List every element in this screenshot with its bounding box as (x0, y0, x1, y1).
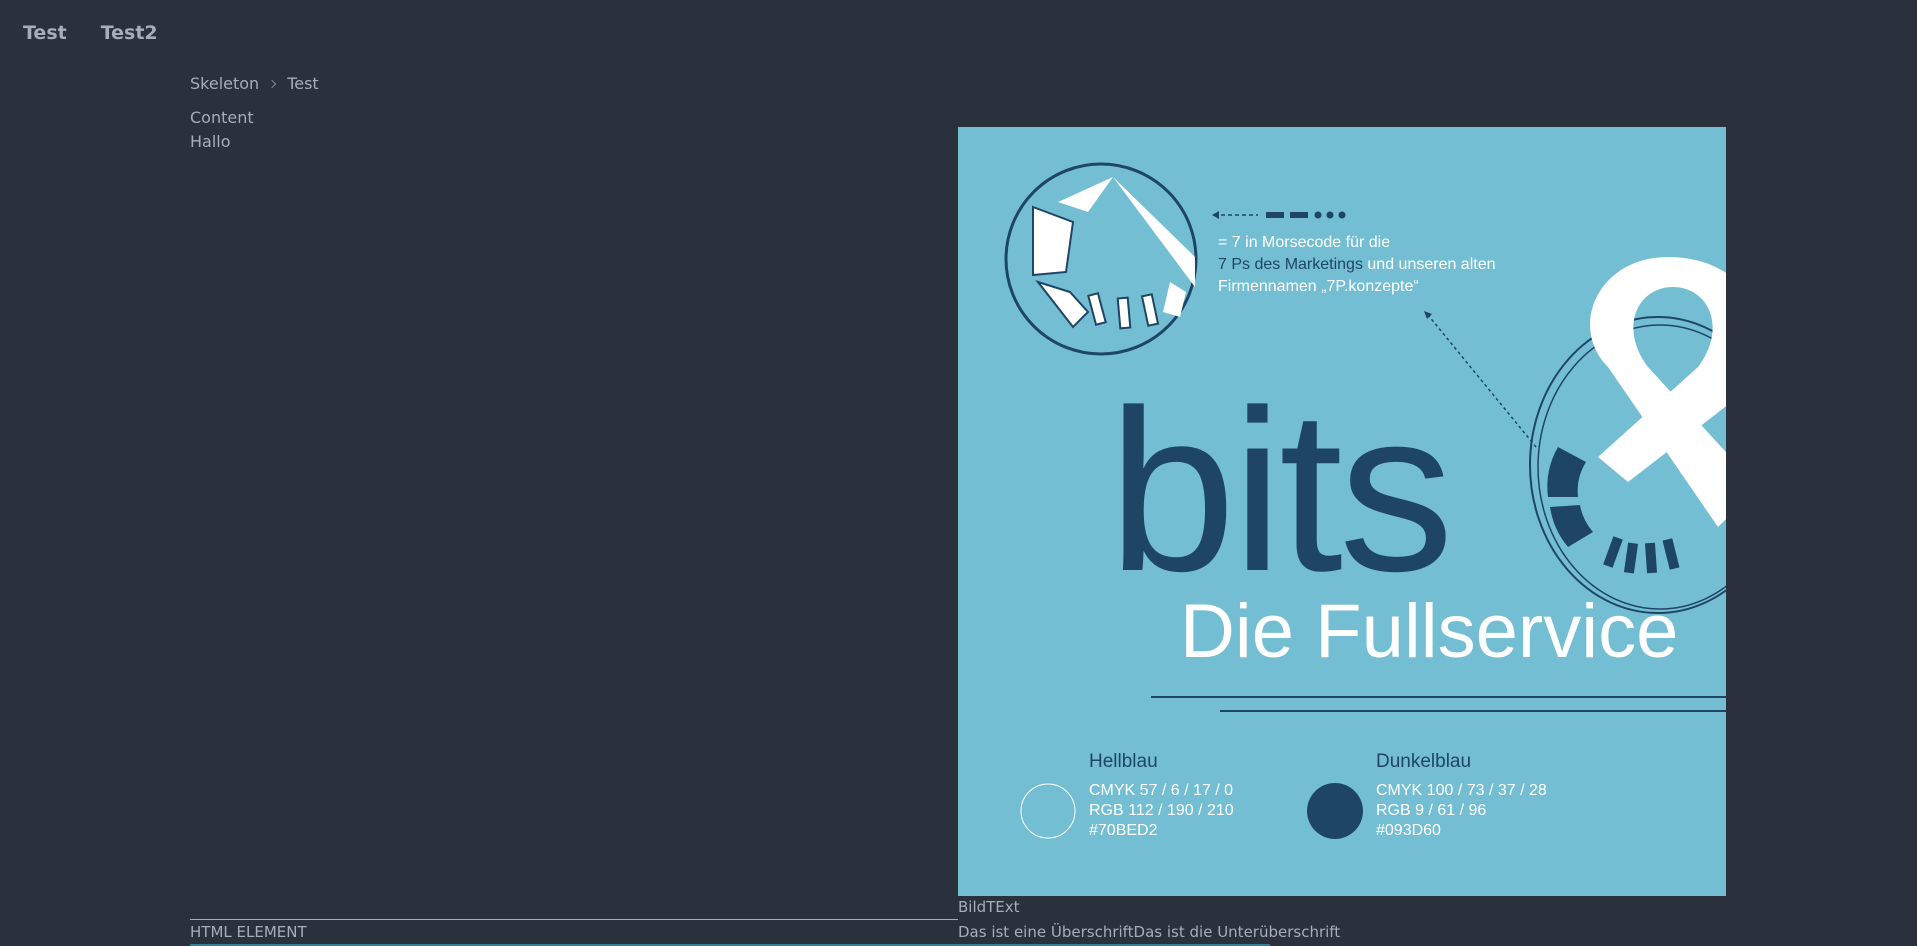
svg-text:Dunkelblau: Dunkelblau (1376, 751, 1471, 772)
divider-line (190, 919, 958, 920)
svg-text:RGB 112 / 190 / 210: RGB 112 / 190 / 210 (1089, 802, 1234, 819)
nav-link-test[interactable]: Test (23, 22, 67, 44)
svg-text:#70BED2: #70BED2 (1089, 822, 1158, 839)
breadcrumb-item-skeleton[interactable]: Skeleton (190, 74, 259, 93)
svg-text:= 7 in Morsecode für die: = 7 in Morsecode für die (1218, 234, 1390, 251)
svg-text:Firmennamen „7P.konzepte“: Firmennamen „7P.konzepte“ (1218, 278, 1419, 295)
svg-text:bits: bits (1108, 362, 1450, 619)
swatch-dunkelblau-icon (1307, 783, 1363, 839)
svg-text:RGB 9 / 61 / 96: RGB 9 / 61 / 96 (1376, 802, 1486, 819)
breadcrumb-item-test[interactable]: Test (287, 74, 319, 93)
top-navbar: Test Test2 (0, 0, 168, 66)
image-caption-title: BildTExt (958, 898, 1020, 916)
svg-text:CMYK 57 / 6 / 17 / 0: CMYK 57 / 6 / 17 / 0 (1089, 782, 1233, 799)
hero-image: = 7 in Morsecode für die 7 Ps des Market… (958, 127, 1726, 896)
image-caption-subtitle: Das ist eine ÜberschriftDas ist die Unte… (958, 923, 1341, 941)
content-text: Hallo (190, 132, 231, 151)
content-block: Content Hallo (190, 106, 254, 154)
svg-text:CMYK 100 / 73 / 37 / 28: CMYK 100 / 73 / 37 / 28 (1376, 782, 1547, 799)
svg-text:Die Fullservice: Die Fullservice (1180, 589, 1678, 674)
svg-text:7 Ps des Marketings und unsere: 7 Ps des Marketings und unseren alten (1218, 256, 1496, 273)
svg-text:Hellblau: Hellblau (1089, 751, 1158, 772)
svg-text:#093D60: #093D60 (1376, 822, 1441, 839)
breadcrumb-separator-icon (267, 79, 277, 88)
brand-graphic: = 7 in Morsecode für die 7 Ps des Market… (958, 127, 1726, 896)
swatch-hellblau-icon (1020, 783, 1076, 839)
html-element-label: HTML ELEMENT (190, 923, 307, 941)
breadcrumb: Skeleton Test (190, 74, 319, 93)
nav-link-test2[interactable]: Test2 (101, 22, 158, 44)
content-title: Content (190, 108, 254, 127)
